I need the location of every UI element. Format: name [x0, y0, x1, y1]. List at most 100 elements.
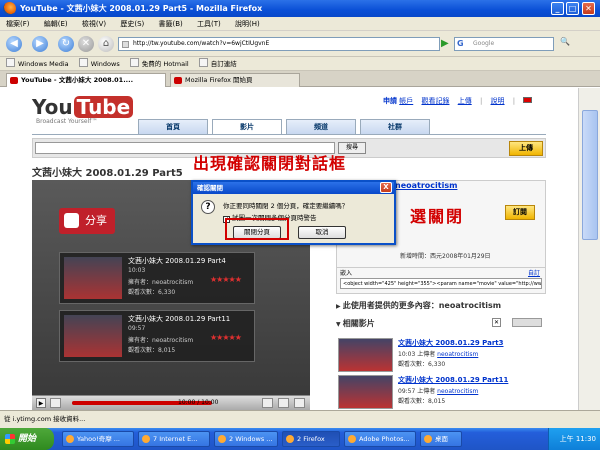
related-views: 觀看次數：8,015 [398, 398, 446, 405]
forward-icon[interactable]: ▶ [32, 36, 48, 52]
related-meta: 09:57 上傳者 neoatrocitism [398, 388, 479, 395]
video-thumbnail [338, 338, 393, 372]
more-from-user[interactable]: 此使用者提供的更多內容：neoatrocitism [336, 300, 501, 311]
logo-tube: Tube [73, 96, 134, 118]
uploader-link[interactable]: neoatrocitism [395, 181, 457, 190]
cancel-button[interactable]: 取消 [298, 226, 346, 239]
menu-tools[interactable]: 工具(T) [197, 20, 221, 28]
bookmark-item[interactable]: 自訂連結 [199, 57, 237, 71]
window-title: YouTube - 文茜小妹大 2008.01.29 Part5 - Mozil… [20, 4, 263, 13]
upload-link[interactable]: 上傳 [458, 97, 472, 105]
player-time: 10:00 / 10:00 [178, 399, 219, 406]
share-button[interactable]: 分享 [59, 208, 115, 234]
top-links: 申請 帳戶 觀看記錄 上傳 | 說明 | [383, 96, 538, 106]
tab-channels[interactable]: 頻道 [286, 119, 356, 134]
window-titlebar: YouTube - 文茜小妹大 2008.01.29 Part5 - Mozil… [0, 0, 600, 17]
start-button[interactable]: 開始 [0, 428, 54, 450]
youtube-logo[interactable]: You Tube [32, 96, 134, 118]
bookmark-item[interactable]: 免費的 Hotmail [130, 57, 189, 71]
related-owner: 擁有者：neoatrocitism [128, 279, 194, 286]
go-icon[interactable]: ▶ [441, 36, 453, 52]
navigation-toolbar: ◀ ▶ ↻ ✕ ⌂ http://tw.youtube.com/watch?v=… [0, 31, 600, 57]
menu-help[interactable]: 說明(H) [235, 20, 260, 28]
view-toggle-icon[interactable] [512, 318, 542, 327]
dialog-close-button[interactable]: X [380, 182, 392, 193]
question-icon: ? [201, 200, 215, 214]
rewind-icon[interactable] [50, 398, 61, 408]
play-icon[interactable]: ▶ [36, 398, 46, 408]
taskbar-item[interactable]: 2 Firefox [282, 431, 340, 447]
browser-tab-start[interactable]: Mozilla Firefox 開始頁 [170, 73, 300, 87]
history-link[interactable]: 觀看記錄 [421, 97, 449, 105]
signup-link[interactable]: 申請 [383, 97, 397, 105]
related-duration: 10:03 [128, 267, 146, 274]
taskbar-item[interactable]: 桌面 [420, 431, 462, 447]
taskbar-item[interactable]: 7 Internet E... [138, 431, 210, 447]
video-thumbnail [64, 315, 122, 357]
help-link[interactable]: 說明 [491, 97, 505, 105]
related-title[interactable]: 文茜小妹大 2008.01.29 Part11 [398, 375, 508, 385]
bookmark-item[interactable]: Windows [79, 57, 120, 71]
menu-view[interactable]: 檢視(V) [82, 20, 106, 28]
tab-home[interactable]: 首頁 [138, 119, 208, 134]
rating-stars: ★★★★★ [210, 333, 242, 342]
menu-file[interactable]: 檔案(F) [6, 20, 30, 28]
embed-custom-link[interactable]: 自訂 [528, 268, 540, 277]
maximize-button[interactable]: □ [566, 2, 579, 15]
related-views: 觀看次數：6,330 [128, 289, 176, 296]
window-close-button[interactable]: ✕ [582, 2, 595, 15]
video-thumbnail [64, 257, 122, 299]
bookmark-item[interactable]: Windows Media [6, 57, 69, 71]
flag-icon[interactable] [523, 97, 533, 103]
browser-tab-bar: YouTube - 文茜小妹大 2008.01.... Mozilla Fire… [0, 71, 600, 87]
related-video-item[interactable]: 文茜小妹大 2008.01.29 Part11 09:57 上傳者 neoatr… [338, 375, 548, 410]
home-icon[interactable]: ⌂ [98, 36, 114, 52]
related-title: 文茜小妹大 2008.01.29 Part11 [128, 315, 231, 323]
taskbar-item[interactable]: 2 Windows ... [214, 431, 278, 447]
system-tray-clock: 上午 11:30 [548, 428, 600, 450]
video-thumbnail [338, 375, 393, 409]
related-videos-header[interactable]: 相關影片 [336, 318, 375, 329]
subscribe-button[interactable]: 訂閱 [505, 205, 535, 220]
player-related-item[interactable]: 文茜小妹大 2008.01.29 Part11 09:57 擁有者：neoatr… [59, 310, 255, 362]
search-placeholder: Google [473, 40, 495, 47]
related-title[interactable]: 文茜小妹大 2008.01.29 Part3 [398, 338, 504, 348]
search-go-icon[interactable]: 🔍 [560, 37, 570, 51]
related-video-item[interactable]: 文茜小妹大 2008.01.29 Part3 10:03 上傳者 neoatro… [338, 338, 548, 374]
url-bar[interactable]: http://tw.youtube.com/watch?v=6wjCtIUgvn… [118, 37, 440, 51]
size-icon[interactable] [278, 398, 289, 408]
page-content: You Tube Broadcast Yourself™ 申請 帳戶 觀看記錄 上… [0, 88, 578, 410]
taskbar-item[interactable]: Yahoo!奇摩 ... [62, 431, 134, 447]
menu-bookmarks[interactable]: 書籤(B) [159, 20, 183, 28]
menu-history[interactable]: 歷史(S) [120, 20, 144, 28]
browser-tab-youtube[interactable]: YouTube - 文茜小妹大 2008.01.... [6, 73, 166, 87]
tab-videos[interactable]: 影片 [212, 119, 282, 134]
annotation-text: 出現確認關閉對話框 [193, 154, 347, 173]
back-icon[interactable]: ◀ [6, 36, 22, 52]
reload-icon[interactable]: ↻ [58, 36, 74, 52]
windows-taskbar: 開始 Yahoo!奇摩 ... 7 Internet E... 2 Window… [0, 428, 600, 450]
fullscreen-icon[interactable] [294, 398, 305, 408]
embed-code-input[interactable]: <object width="425" height="355"><param … [340, 278, 542, 289]
taskbar-item[interactable]: Adobe Photos... [344, 431, 416, 447]
tab-community[interactable]: 社群 [360, 119, 430, 134]
volume-icon[interactable] [262, 398, 273, 408]
related-title: 文茜小妹大 2008.01.29 Part4 [128, 257, 226, 265]
player-controls: ▶ 10:00 / 10:00 [32, 395, 310, 410]
close-icon[interactable]: ✕ [492, 318, 501, 327]
vertical-scrollbar[interactable] [578, 88, 600, 410]
upload-button[interactable]: 上傳 [509, 141, 543, 156]
related-owner: 擁有者：neoatrocitism [128, 337, 194, 344]
scrollbar-thumb[interactable] [582, 110, 598, 240]
stop-icon[interactable]: ✕ [78, 36, 94, 52]
tab-divider [32, 134, 546, 135]
dialog-title: 確認關閉 [193, 182, 394, 194]
related-views: 觀看次數：8,015 [128, 347, 176, 354]
player-related-item[interactable]: 文茜小妹大 2008.01.29 Part4 10:03 擁有者：neoatro… [59, 252, 255, 304]
menu-edit[interactable]: 編輯(E) [44, 20, 68, 28]
account-link[interactable]: 帳戶 [399, 97, 413, 105]
minimize-button[interactable]: _ [551, 2, 564, 15]
search-input[interactable]: G Google [454, 37, 554, 51]
firefox-icon [3, 2, 16, 15]
related-duration: 09:57 [128, 325, 146, 332]
